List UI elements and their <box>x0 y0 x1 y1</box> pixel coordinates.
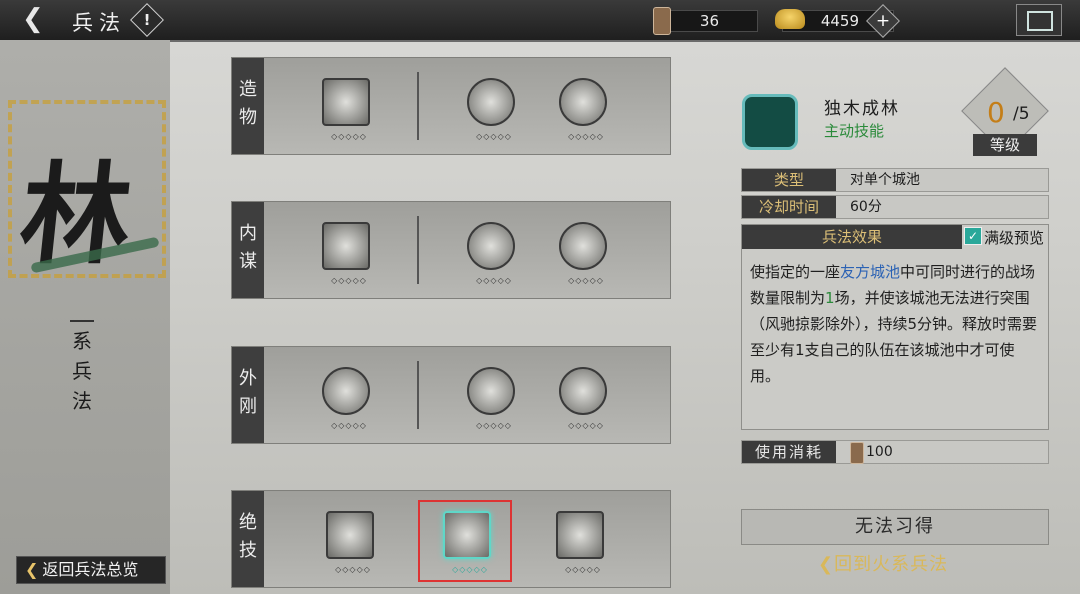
banner-skill-icon <box>559 78 607 126</box>
token-counter: 36 <box>653 7 758 35</box>
tablet-skill-icon <box>322 367 370 415</box>
scarecrow-skill[interactable]: ◇◇◇◇◇ <box>467 78 519 141</box>
page-title: 兵法 <box>72 11 126 35</box>
level-indicator: 0 /5 等级 <box>961 67 1049 156</box>
troops-skill[interactable]: ◇◇◇◇◇ <box>559 367 611 430</box>
level-dots: ◇◇◇◇◇ <box>565 565 601 574</box>
add-gold-button[interactable]: + <box>866 4 900 38</box>
mail-icon[interactable] <box>1016 4 1062 36</box>
cooldown-value: 60分 <box>850 199 882 215</box>
banner-skill[interactable]: ◇◇◇◇◇ <box>559 78 611 141</box>
chevron-left-icon: ❮ <box>25 560 39 579</box>
info-icon: ! <box>143 11 151 29</box>
level-max: /5 <box>1013 104 1030 124</box>
skill-row-neimou: 内谋 ◇◇◇◇◇ ◇◇◇◇◇ ◇◇◇◇◇ <box>231 201 671 299</box>
kind-row: 类型 对单个城池 <box>741 168 1049 192</box>
level-dots: ◇◇◇◇◇ <box>568 276 604 285</box>
return-label: 返回兵法总览 <box>42 560 139 579</box>
subtitle-char: 兵 <box>72 359 92 383</box>
forest-skill-detail-icon <box>742 94 798 150</box>
warrior-skill[interactable]: ◇◇◇◇◇ <box>322 222 374 285</box>
catapult-skill[interactable]: ◇◇◇◇◇ <box>467 367 519 430</box>
scroll-skill[interactable]: ◇◇◇◇◇ <box>559 222 611 285</box>
top-bar: ❮ 兵法 ! 36 4459 + <box>0 0 1080 42</box>
back-arrow-icon[interactable]: ❮ <box>22 6 58 34</box>
skill-type: 主动技能 <box>824 122 885 140</box>
subtitle-char: 法 <box>72 389 92 413</box>
hammer-skill[interactable]: ◇◇◇◇◇ <box>467 222 519 285</box>
siege-cart-skill-icon <box>326 511 374 559</box>
skill-name: 独木成林 <box>824 99 900 119</box>
token-icon <box>850 442 864 464</box>
level-dots: ◇◇◇◇◇ <box>568 421 604 430</box>
gold-ingot-icon <box>775 9 805 29</box>
cost-value: 100 <box>866 444 893 460</box>
level-tag: 等级 <box>973 134 1037 156</box>
warrior-skill-icon <box>322 222 370 270</box>
effect-description: 使指定的一座友方城池中可同时进行的战场数量限制为1场，并使该城池无法进行突围（风… <box>750 263 1038 385</box>
effect-panel: 兵法效果 ✓ 满级预览 使指定的一座友方城池中可同时进行的战场数量限制为1场，并… <box>741 224 1049 430</box>
row-label: 内谋 <box>232 202 264 298</box>
back-to-fire-link[interactable]: ❮回到火系兵法 <box>818 550 948 576</box>
level-dots: ◇◇◇◇◇ <box>568 132 604 141</box>
skill-row-waigang: 外刚 ◇◇◇◇◇ ◇◇◇◇◇ ◇◇◇◇◇ <box>231 346 671 444</box>
row-label: 绝技 <box>232 491 264 587</box>
row-label: 外刚 <box>232 347 264 443</box>
siege-cart-skill[interactable]: ◇◇◇◇◇ <box>326 511 378 574</box>
battle-limit-number: 1 <box>825 289 835 307</box>
assassin-skill[interactable]: ◇◇◇◇◇ <box>556 511 608 574</box>
token-count: 36 <box>699 12 719 30</box>
hammer-skill-icon <box>467 222 515 270</box>
level-current: 0 <box>987 96 1005 129</box>
selection-highlight <box>418 500 512 582</box>
row-divider <box>417 72 419 140</box>
assassin-skill-icon <box>556 511 604 559</box>
tablet-skill[interactable]: ◇◇◇◇◇ <box>322 367 374 430</box>
learn-button[interactable]: 无法习得 <box>741 509 1049 545</box>
friendly-city-link: 友方城池 <box>840 263 901 281</box>
scroll-skill-icon <box>559 222 607 270</box>
token-icon <box>653 7 671 35</box>
row-divider <box>417 361 419 429</box>
info-button[interactable]: ! <box>130 3 164 37</box>
level-dots: ◇◇◇◇◇ <box>476 421 512 430</box>
flag-skill-icon <box>322 78 370 126</box>
gold-counter: 4459 + <box>775 4 900 38</box>
preview-checkbox[interactable]: ✓ <box>964 227 982 245</box>
level-dots: ◇◇◇◇◇ <box>335 565 371 574</box>
subtitle-char: 系 <box>72 329 92 353</box>
preview-label[interactable]: 满级预览 <box>984 227 1044 248</box>
level-dots: ◇◇◇◇◇ <box>476 276 512 285</box>
chevron-left-icon: ❮ <box>818 554 835 575</box>
skill-row-zaowu: 造物 ◇◇◇◇◇ ◇◇◇◇◇ ◇◇◇◇◇ <box>231 57 671 155</box>
cooldown-row: 冷却时间 60分 <box>741 195 1049 219</box>
school-panel: 林 系 兵 法 <box>0 40 170 594</box>
plus-icon: + <box>875 11 891 31</box>
effect-header: 兵法效果 <box>742 225 962 249</box>
row-label: 造物 <box>232 58 264 154</box>
back-link-label: 回到火系兵法 <box>834 554 949 575</box>
row-divider <box>417 216 419 284</box>
cost-row: 使用消耗 100 <box>741 440 1049 464</box>
kind-value: 对单个城池 <box>850 172 920 188</box>
scarecrow-skill-icon <box>467 78 515 126</box>
cooldown-key: 冷却时间 <box>742 196 836 218</box>
school-subtitle: 系 兵 法 <box>70 320 94 416</box>
gold-count: 4459 <box>820 12 859 30</box>
troops-skill-icon <box>559 367 607 415</box>
return-overview-button[interactable]: ❮ 返回兵法总览 <box>16 556 166 584</box>
level-dots: ◇◇◇◇◇ <box>331 132 367 141</box>
level-dots: ◇◇◇◇◇ <box>476 132 512 141</box>
cost-key: 使用消耗 <box>742 441 836 463</box>
catapult-skill-icon <box>467 367 515 415</box>
level-dots: ◇◇◇◇◇ <box>331 421 367 430</box>
flag-skill[interactable]: ◇◇◇◇◇ <box>322 78 374 141</box>
kind-key: 类型 <box>742 169 836 191</box>
level-dots: ◇◇◇◇◇ <box>331 276 367 285</box>
